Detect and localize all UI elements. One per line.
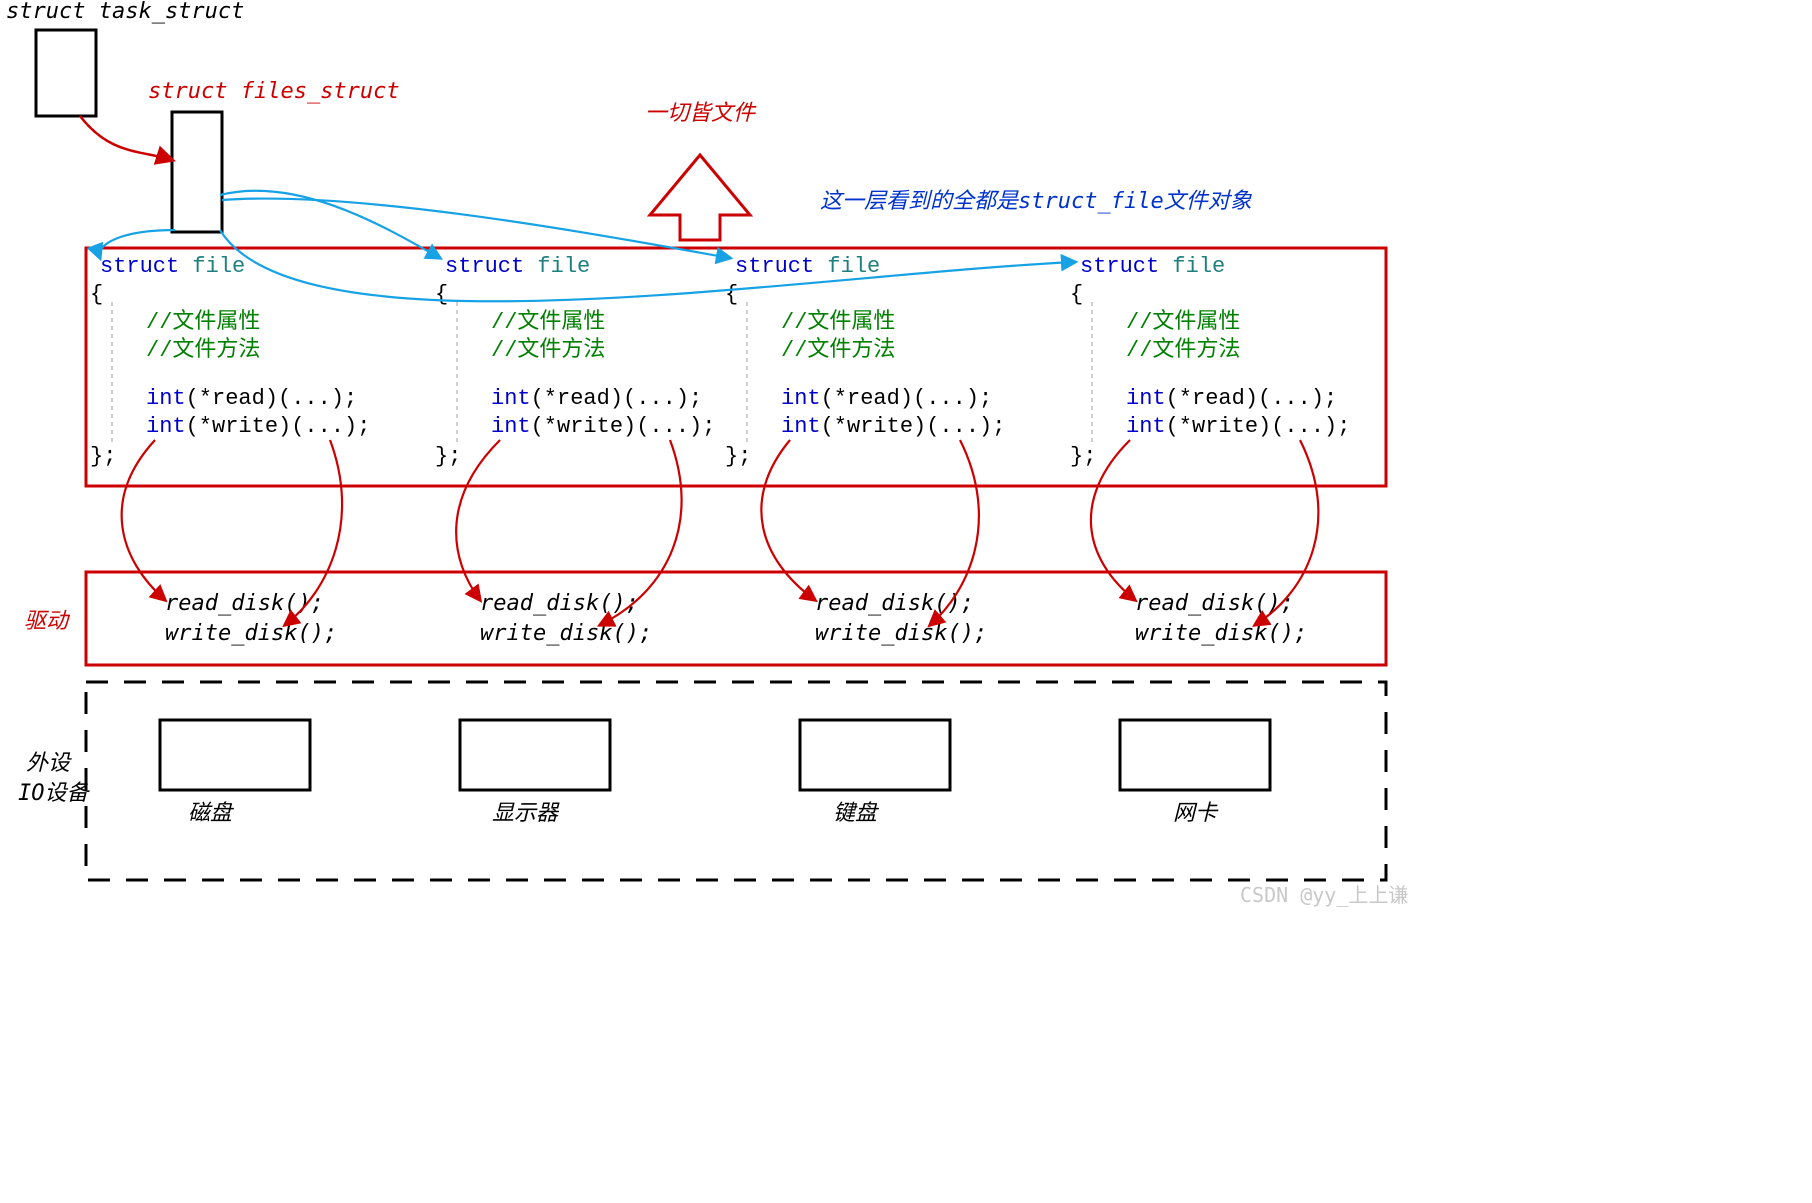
struct-file-2: struct file { //文件属性 //文件方法 int(*read)(.… — [435, 254, 715, 469]
device-box-3 — [800, 720, 950, 790]
driver-label: 驱动 — [24, 609, 71, 634]
svg-text:struct file: struct file — [100, 254, 245, 279]
task-struct-label: struct task_struct — [6, 0, 244, 24]
device-label-2: 显示器 — [492, 801, 560, 826]
svg-text:};: }; — [725, 444, 751, 469]
svg-text:int(*read)(...);: int(*read)(...); — [781, 386, 992, 411]
struct-file-4: struct file { //文件属性 //文件方法 int(*read)(.… — [1070, 254, 1350, 469]
svg-text:write_disk();: write_disk(); — [1135, 621, 1307, 646]
device-box-1 — [160, 720, 310, 790]
device-box-2 — [460, 720, 610, 790]
svg-text://文件方法: //文件方法 — [491, 337, 605, 363]
svg-text:read_disk();: read_disk(); — [480, 591, 639, 616]
svg-text:int(*read)(...);: int(*read)(...); — [146, 386, 357, 411]
slogan: 一切皆文件 — [645, 101, 757, 126]
struct-file-1: struct file { //文件属性 //文件方法 int(*read)(.… — [90, 254, 370, 469]
svg-text:int(*read)(...);: int(*read)(...); — [491, 386, 702, 411]
svg-text:};: }; — [90, 444, 116, 469]
layer-note: 这一层看到的全都是struct_file文件对象 — [820, 189, 1253, 214]
svg-text://文件方法: //文件方法 — [146, 337, 260, 363]
svg-text:write_disk();: write_disk(); — [165, 621, 337, 646]
svg-text:read_disk();: read_disk(); — [1135, 591, 1294, 616]
svg-text:{: { — [90, 282, 103, 307]
svg-text:};: }; — [1070, 444, 1096, 469]
files-struct-box — [172, 112, 222, 232]
watermark: CSDN @yy_上上谦 — [1240, 883, 1408, 907]
svg-text://文件方法: //文件方法 — [1126, 337, 1240, 363]
files-struct-label: struct files_struct — [148, 79, 400, 104]
svg-text://文件属性: //文件属性 — [1126, 309, 1240, 335]
io-label-2: IO设备 — [18, 781, 90, 806]
svg-text://文件方法: //文件方法 — [781, 337, 895, 363]
svg-text:{: { — [725, 282, 738, 307]
device-box-4 — [1120, 720, 1270, 790]
svg-text://文件属性: //文件属性 — [491, 309, 605, 335]
svg-text:int(*read)(...);: int(*read)(...); — [1126, 386, 1337, 411]
svg-text:int(*write)(...);: int(*write)(...); — [491, 414, 715, 439]
svg-text://文件属性: //文件属性 — [781, 309, 895, 335]
svg-text:struct file: struct file — [445, 254, 590, 279]
driver-layer-box — [86, 572, 1386, 665]
svg-text:{: { — [1070, 282, 1083, 307]
svg-text:int(*write)(...);: int(*write)(...); — [146, 414, 370, 439]
svg-text:int(*write)(...);: int(*write)(...); — [781, 414, 1005, 439]
diagram-root: struct task_struct struct files_struct 一… — [0, 0, 1812, 1203]
device-label-1: 磁盘 — [188, 801, 235, 826]
svg-text:};: }; — [435, 444, 461, 469]
io-label-1: 外设 — [26, 751, 72, 776]
driver-col-3: read_disk(); write_disk(); — [815, 591, 987, 646]
driver-col-2: read_disk(); write_disk(); — [480, 591, 652, 646]
device-label-3: 键盘 — [833, 801, 880, 826]
svg-text:struct file: struct file — [735, 254, 880, 279]
device-label-4: 网卡 — [1173, 801, 1219, 826]
arrow-task-to-files — [80, 116, 172, 160]
svg-text:int(*write)(...);: int(*write)(...); — [1126, 414, 1350, 439]
svg-text:struct file: struct file — [1080, 254, 1225, 279]
svg-text:write_disk();: write_disk(); — [815, 621, 987, 646]
up-arrow-icon — [650, 155, 750, 240]
svg-text:write_disk();: write_disk(); — [480, 621, 652, 646]
driver-col-4: read_disk(); write_disk(); — [1135, 591, 1307, 646]
task-struct-box — [36, 30, 96, 116]
svg-text:{: { — [435, 282, 448, 307]
svg-text://文件属性: //文件属性 — [146, 309, 260, 335]
